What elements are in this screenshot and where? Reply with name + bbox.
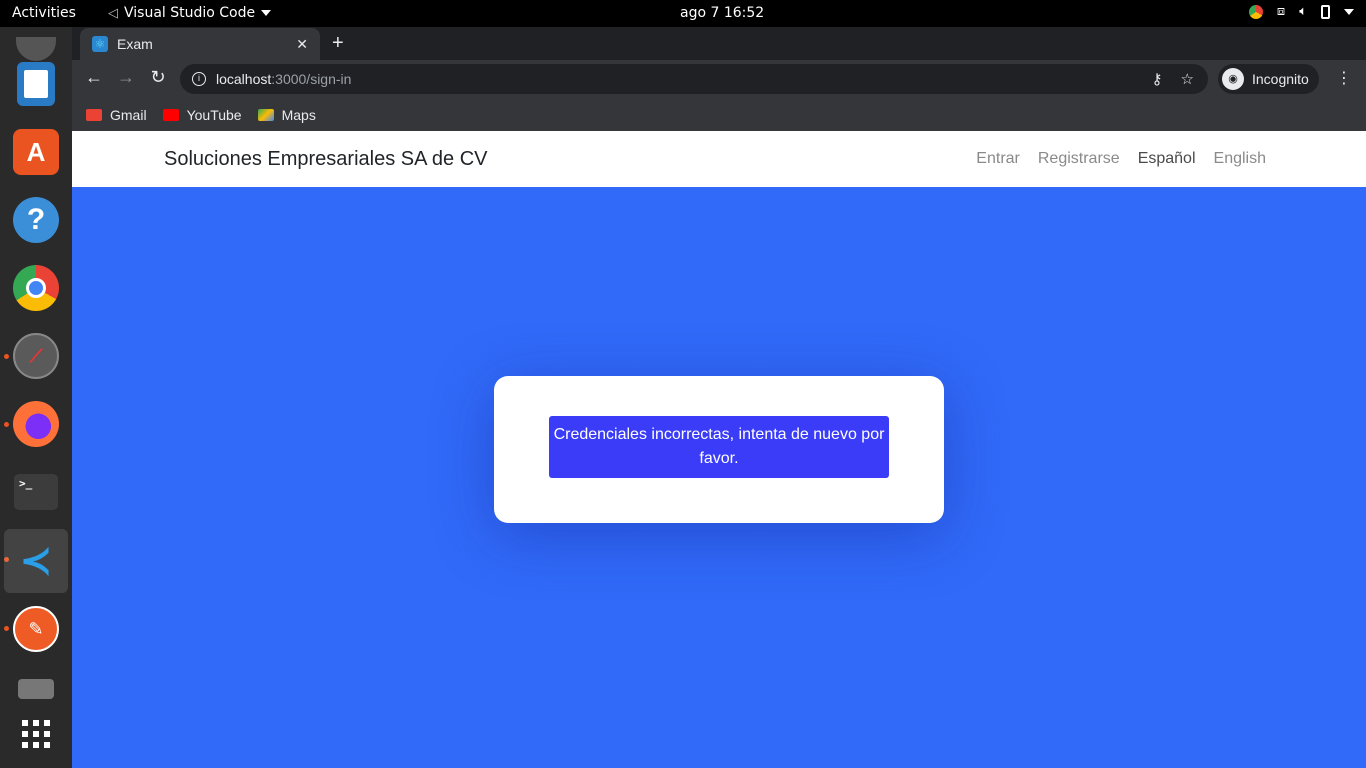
url-host: localhost <box>216 71 272 87</box>
terminal-icon: >_ <box>14 474 58 510</box>
bookmark-maps[interactable]: Maps <box>257 106 316 123</box>
gmail-icon <box>86 108 102 121</box>
chrome-icon <box>13 265 59 311</box>
vscode-icon: ≺ <box>19 539 53 583</box>
site-info-icon[interactable]: i <box>192 72 206 86</box>
maps-icon <box>257 108 274 121</box>
chrome-tray-icon[interactable] <box>1248 4 1263 19</box>
incognito-indicator[interactable]: ◉ Incognito <box>1218 64 1319 94</box>
reload-icon[interactable]: ↻ <box>146 67 170 88</box>
vscode-small-icon: ◁ <box>108 5 118 21</box>
chevron-down-icon <box>261 10 272 16</box>
forward-icon[interactable]: → <box>114 67 138 88</box>
star-icon[interactable]: ☆ <box>1181 70 1194 88</box>
dock-item-postman[interactable]: ✎ <box>4 597 68 661</box>
clock-icon: ⟋ <box>13 333 59 379</box>
dock-item-text-editor[interactable] <box>4 52 68 116</box>
nav-links: Entrar Registrarse Español English <box>976 150 1266 168</box>
firefox-icon <box>13 401 59 447</box>
bookmark-gmail[interactable]: Gmail <box>86 107 147 123</box>
app-grid-icon <box>22 720 50 748</box>
tab-title: Exam <box>117 36 153 52</box>
battery-icon[interactable] <box>1321 4 1330 19</box>
nav-link-english[interactable]: English <box>1214 150 1266 168</box>
site-navbar: Soluciones Empresariales SA de CV Entrar… <box>72 131 1366 187</box>
close-icon[interactable]: ✕ <box>296 36 308 53</box>
error-alert: Credenciales incorrectas, intenta de nue… <box>549 416 889 478</box>
tab-exam[interactable]: ⚛ Exam ✕ <box>80 28 320 60</box>
clock[interactable]: ago 7 16:52 <box>680 5 764 21</box>
system-menu-chevron-icon[interactable] <box>1344 8 1354 15</box>
dock-item-files[interactable] <box>4 665 68 705</box>
dock-item-clock[interactable]: ⟋ <box>4 324 68 388</box>
key-icon[interactable]: ⚷ <box>1152 70 1163 88</box>
app-menu-label: Visual Studio Code <box>124 5 256 21</box>
bookmark-label: YouTube <box>186 106 242 123</box>
omnibox-actions: ⚷ ☆ <box>1152 70 1194 88</box>
new-tab-icon[interactable]: + <box>332 32 344 55</box>
system-tray[interactable]: ⧈ 🔈︎ <box>1248 4 1354 19</box>
dock: A ? ⟋ >_ ≺ ✎ <box>0 27 72 768</box>
software-center-icon: A <box>13 129 59 175</box>
bookmark-label: Gmail <box>110 106 147 123</box>
nav-link-espanol[interactable]: Español <box>1138 150 1196 168</box>
back-icon[interactable]: ← <box>82 67 106 88</box>
bookmark-youtube[interactable]: YouTube <box>162 106 242 123</box>
address-bar[interactable]: i localhost:3000/sign-in ⚷ ☆ <box>180 64 1208 94</box>
react-favicon-icon: ⚛ <box>92 36 108 52</box>
nav-link-registrarse[interactable]: Registrarse <box>1038 150 1120 168</box>
tab-strip: ⚛ Exam ✕ + <box>72 27 1366 60</box>
dock-item-software-center[interactable]: A <box>4 120 68 184</box>
incognito-label: Incognito <box>1252 71 1309 87</box>
browser-window: ⚛ Exam ✕ + ← → ↻ i localhost:3000/sign-i… <box>72 27 1366 131</box>
files-icon <box>18 679 54 699</box>
system-top-bar: Activities ◁ Visual Studio Code ago 7 16… <box>0 0 1366 27</box>
nav-link-entrar[interactable]: Entrar <box>976 150 1020 168</box>
network-icon[interactable]: ⧈ <box>1277 4 1285 19</box>
postman-icon: ✎ <box>13 606 59 652</box>
incognito-icon: ◉ <box>1222 68 1244 90</box>
browser-toolbar: ← → ↻ i localhost:3000/sign-in ⚷ ☆ ◉ Inc… <box>72 60 1366 98</box>
dock-item-vscode[interactable]: ≺ <box>4 529 68 593</box>
dock-item-app-grid[interactable] <box>4 702 68 766</box>
dock-item-firefox[interactable] <box>4 392 68 456</box>
help-icon: ? <box>13 197 59 243</box>
youtube-icon <box>162 108 179 121</box>
bookmark-label: Maps <box>281 106 316 123</box>
bookmarks-bar: Gmail YouTube Maps <box>72 98 1366 131</box>
text-editor-icon <box>17 62 55 106</box>
dock-item-chrome[interactable] <box>4 256 68 320</box>
site-brand[interactable]: Soluciones Empresariales SA de CV <box>164 148 488 171</box>
dock-item-help[interactable]: ? <box>4 188 68 252</box>
page-viewport: Soluciones Empresariales SA de CV Entrar… <box>72 131 1366 768</box>
dock-item-terminal[interactable]: >_ <box>4 460 68 524</box>
volume-icon[interactable]: 🔈︎ <box>1299 4 1307 19</box>
menu-kebab-icon[interactable]: ⋮ <box>1336 68 1352 88</box>
message-card: Credenciales incorrectas, intenta de nue… <box>494 376 944 523</box>
url-path: :3000/sign-in <box>271 71 352 87</box>
app-menu[interactable]: ◁ Visual Studio Code <box>108 5 272 21</box>
